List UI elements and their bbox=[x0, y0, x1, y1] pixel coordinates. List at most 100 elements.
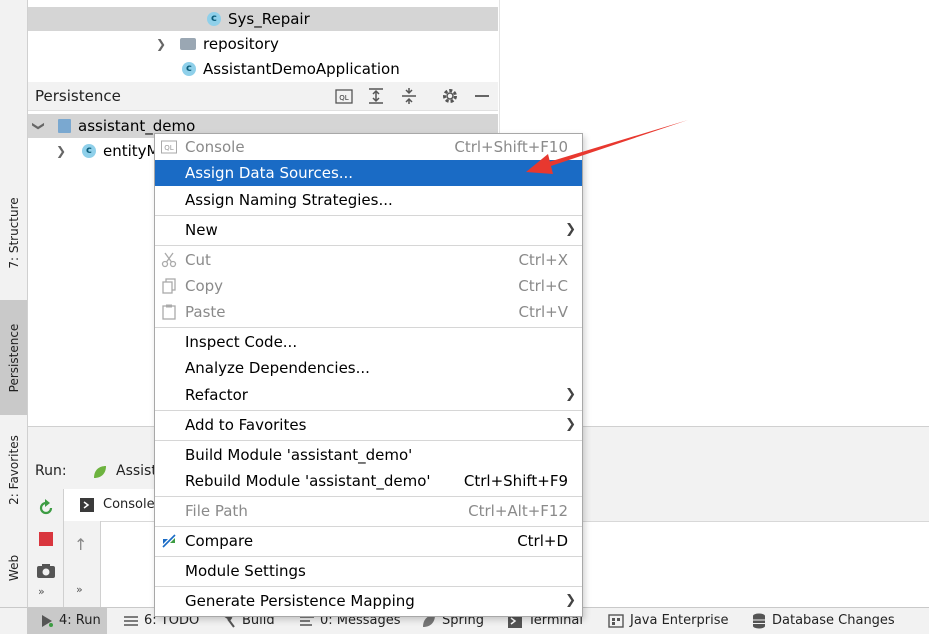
menu-item-label: Cut bbox=[185, 251, 211, 269]
menu-item-paste[interactable]: Paste Ctrl+V bbox=[155, 299, 582, 325]
bottom-tab-run[interactable]: 4: Run bbox=[27, 608, 107, 634]
menu-item-label: Assign Data Sources... bbox=[185, 164, 354, 182]
more-icon[interactable]: » bbox=[38, 585, 45, 598]
tab-web[interactable]: Web bbox=[0, 535, 27, 600]
copy-icon bbox=[161, 278, 177, 294]
chevron-right-icon: ❯ bbox=[565, 387, 576, 402]
menu-item-label: Paste bbox=[185, 303, 226, 321]
menu-item-add-to-favorites[interactable]: Add to Favorites ❯ bbox=[155, 412, 582, 438]
todo-icon bbox=[124, 615, 138, 627]
tab-persistence[interactable]: Persistence bbox=[0, 300, 27, 415]
menu-item-shortcut: Ctrl+D bbox=[517, 532, 568, 550]
menu-separator bbox=[155, 327, 582, 328]
tree-item-sys-repair[interactable]: c Sys_Repair bbox=[28, 7, 498, 31]
menu-item-refactor[interactable]: Refactor ❯ bbox=[155, 382, 582, 408]
menu-item-shortcut: Ctrl+X bbox=[518, 251, 568, 269]
menu-item-generate-persistence-mapping[interactable]: Generate Persistence Mapping ❯ bbox=[155, 588, 582, 614]
menu-item-file-path[interactable]: File Path Ctrl+Alt+F12 bbox=[155, 498, 582, 524]
tab-persistence-label: Persistence bbox=[6, 323, 21, 392]
menu-item-label: Console bbox=[185, 138, 245, 156]
gear-icon[interactable] bbox=[440, 86, 460, 106]
rerun-icon[interactable] bbox=[37, 499, 55, 517]
menu-separator bbox=[155, 215, 582, 216]
menu-item-inspect-code[interactable]: Inspect Code... bbox=[155, 329, 582, 355]
more-icon[interactable]: » bbox=[76, 583, 83, 596]
tab-favorites[interactable]: 2: Favorites bbox=[0, 420, 27, 520]
menu-separator bbox=[155, 526, 582, 527]
tree-item-label: repository bbox=[203, 35, 279, 53]
tab-console-label: Console bbox=[103, 497, 155, 512]
expand-all-icon[interactable] bbox=[366, 86, 386, 106]
menu-item-label: Compare bbox=[185, 532, 254, 550]
menu-item-label: Module Settings bbox=[185, 562, 306, 580]
menu-item-console[interactable]: QL Console Ctrl+Shift+F10 bbox=[155, 134, 582, 160]
console-toolbar: ↑ » bbox=[64, 521, 101, 607]
menu-separator bbox=[155, 556, 582, 557]
menu-item-copy[interactable]: Copy Ctrl+C bbox=[155, 273, 582, 299]
tab-favorites-label: 2: Favorites bbox=[6, 435, 21, 505]
class-icon: c bbox=[82, 144, 96, 158]
persistence-header: Persistence QL bbox=[28, 82, 498, 111]
tab-web-label: Web bbox=[6, 554, 21, 581]
menu-item-analyze-dependencies[interactable]: Analyze Dependencies... bbox=[155, 355, 582, 381]
tab-structure[interactable]: 7: Structure bbox=[0, 180, 27, 285]
menu-item-shortcut: Ctrl+Shift+F9 bbox=[463, 472, 568, 490]
bottom-tab-label: Database Changes bbox=[772, 613, 895, 628]
tree-item-label: Sys_Repair bbox=[228, 10, 310, 28]
menu-item-label: Add to Favorites bbox=[185, 416, 307, 434]
annotation-arrow bbox=[520, 112, 695, 177]
menu-separator bbox=[155, 245, 582, 246]
menu-separator bbox=[155, 496, 582, 497]
menu-separator bbox=[155, 586, 582, 587]
context-menu: QL Console Ctrl+Shift+F10 Assign Data So… bbox=[154, 133, 583, 617]
menu-item-shortcut: Ctrl+V bbox=[518, 303, 568, 321]
class-icon: c bbox=[207, 12, 221, 26]
menu-separator bbox=[155, 410, 582, 411]
menu-item-compare[interactable]: Compare Ctrl+D bbox=[155, 528, 582, 554]
menu-item-label: Rebuild Module 'assistant_demo' bbox=[185, 472, 431, 490]
bottom-tab-label: 4: Run bbox=[59, 613, 101, 628]
menu-item-label: Build Module 'assistant_demo' bbox=[185, 446, 413, 464]
menu-item-shortcut: Ctrl+C bbox=[518, 277, 568, 295]
menu-item-new[interactable]: New ❯ bbox=[155, 217, 582, 243]
tree-item-assistant-demo-application[interactable]: c AssistantDemoApplication bbox=[28, 57, 498, 81]
menu-item-assign-data-sources[interactable]: Assign Data Sources... bbox=[155, 160, 582, 186]
chevron-right-icon[interactable]: ❯ bbox=[156, 32, 166, 56]
menu-item-cut[interactable]: Cut Ctrl+X bbox=[155, 247, 582, 273]
menu-item-assign-naming-strategies[interactable]: Assign Naming Strategies... bbox=[155, 187, 582, 213]
java-enterprise-icon bbox=[608, 613, 624, 628]
run-config-tab[interactable]: Assist bbox=[116, 463, 157, 479]
menu-separator bbox=[155, 440, 582, 441]
bottom-tab-database-changes[interactable]: Database Changes bbox=[752, 608, 895, 634]
paste-icon bbox=[161, 304, 177, 320]
tree-item-repository[interactable]: ❯ repository bbox=[28, 32, 498, 56]
camera-icon[interactable] bbox=[36, 563, 56, 579]
menu-item-label: File Path bbox=[185, 502, 248, 520]
collapse-all-icon[interactable] bbox=[399, 86, 419, 106]
menu-item-build-module[interactable]: Build Module 'assistant_demo' bbox=[155, 442, 582, 468]
run-icon bbox=[41, 614, 53, 627]
menu-item-rebuild-module[interactable]: Rebuild Module 'assistant_demo' Ctrl+Shi… bbox=[155, 468, 582, 494]
database-icon bbox=[752, 613, 766, 629]
menu-item-module-settings[interactable]: Module Settings bbox=[155, 558, 582, 584]
svg-text:QL: QL bbox=[339, 94, 349, 102]
menu-item-label: Assign Naming Strategies... bbox=[185, 191, 393, 209]
bottom-tab-java-enterprise[interactable]: Java Enterprise bbox=[608, 608, 728, 634]
chevron-right-icon: ❯ bbox=[565, 417, 576, 432]
chevron-right-icon: ❯ bbox=[565, 222, 576, 237]
tab-console[interactable]: Console bbox=[64, 489, 155, 521]
ql-icon: QL bbox=[161, 139, 177, 155]
chevron-down-icon[interactable]: ❯ bbox=[27, 121, 51, 131]
arrow-up-icon[interactable]: ↑ bbox=[74, 535, 87, 554]
chevron-right-icon[interactable]: ❯ bbox=[56, 139, 66, 163]
menu-item-label: Generate Persistence Mapping bbox=[185, 592, 415, 610]
minimize-icon[interactable] bbox=[472, 86, 492, 106]
ql-icon[interactable]: QL bbox=[334, 86, 354, 106]
menu-item-label: Inspect Code... bbox=[185, 333, 298, 351]
chevron-right-icon: ❯ bbox=[565, 593, 576, 608]
console-icon bbox=[80, 498, 94, 512]
stop-icon[interactable] bbox=[39, 532, 53, 546]
bottom-tab-label: Java Enterprise bbox=[630, 613, 729, 628]
spring-leaf-icon bbox=[92, 464, 108, 480]
tree-item-label: AssistantDemoApplication bbox=[203, 60, 400, 78]
